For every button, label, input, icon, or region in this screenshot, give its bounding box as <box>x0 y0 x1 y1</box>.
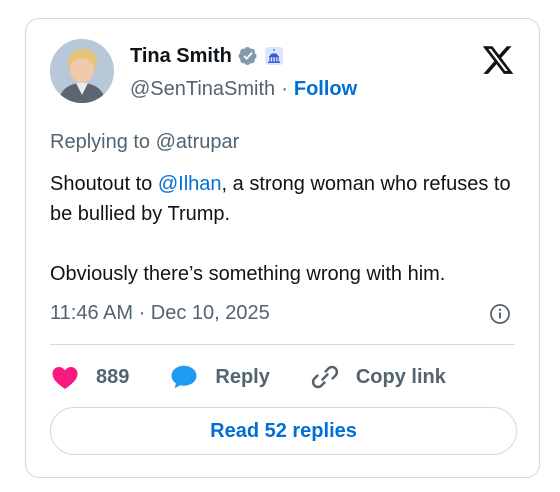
verified-badge-icon <box>238 47 257 65</box>
info-icon[interactable] <box>489 303 511 325</box>
heart-icon <box>52 367 78 389</box>
tweet-text-start: Shoutout to <box>50 173 158 195</box>
avatar[interactable] <box>50 39 114 103</box>
tweet-text: Shoutout to @Ilhan, a strong woman who r… <box>50 169 520 289</box>
like-count: 889 <box>96 365 130 388</box>
x-logo-icon[interactable] <box>481 43 515 77</box>
actions-bar: 889 Reply Copy link <box>50 361 486 393</box>
read-replies-button[interactable]: Read 52 replies <box>50 407 517 455</box>
copy-link-label: Copy link <box>355 365 446 388</box>
reply-bubble-icon <box>171 365 197 389</box>
follow-button[interactable]: Follow <box>294 78 357 101</box>
mention-link[interactable]: @Ilhan <box>158 173 222 195</box>
government-capitol-icon <box>264 47 283 65</box>
copy-link-button[interactable]: Copy link <box>310 362 446 392</box>
link-icon <box>311 365 338 389</box>
reply-to-handle[interactable]: @atrupar <box>156 131 240 153</box>
author-name-row: Tina Smith <box>130 43 284 69</box>
divider <box>50 344 515 345</box>
author-name[interactable]: Tina Smith <box>130 45 232 68</box>
avatar-photo <box>50 39 114 103</box>
reply-button[interactable]: Reply <box>169 362 270 392</box>
separator-dot: · <box>281 78 288 100</box>
replying-to-line: Replying to @atrupar <box>50 131 239 154</box>
tweet-card: Tina Smith @SenTinaSmith · Follow Replyi… <box>25 18 540 478</box>
replying-to-label: Replying to <box>50 131 156 153</box>
author-handle[interactable]: @SenTinaSmith <box>130 78 275 101</box>
like-button[interactable]: 889 <box>50 362 129 392</box>
author-handle-row: @SenTinaSmith · Follow <box>130 78 357 101</box>
tweet-timestamp[interactable]: 11:46 AM · Dec 10, 2025 <box>50 302 270 325</box>
reply-label: Reply <box>215 365 270 388</box>
